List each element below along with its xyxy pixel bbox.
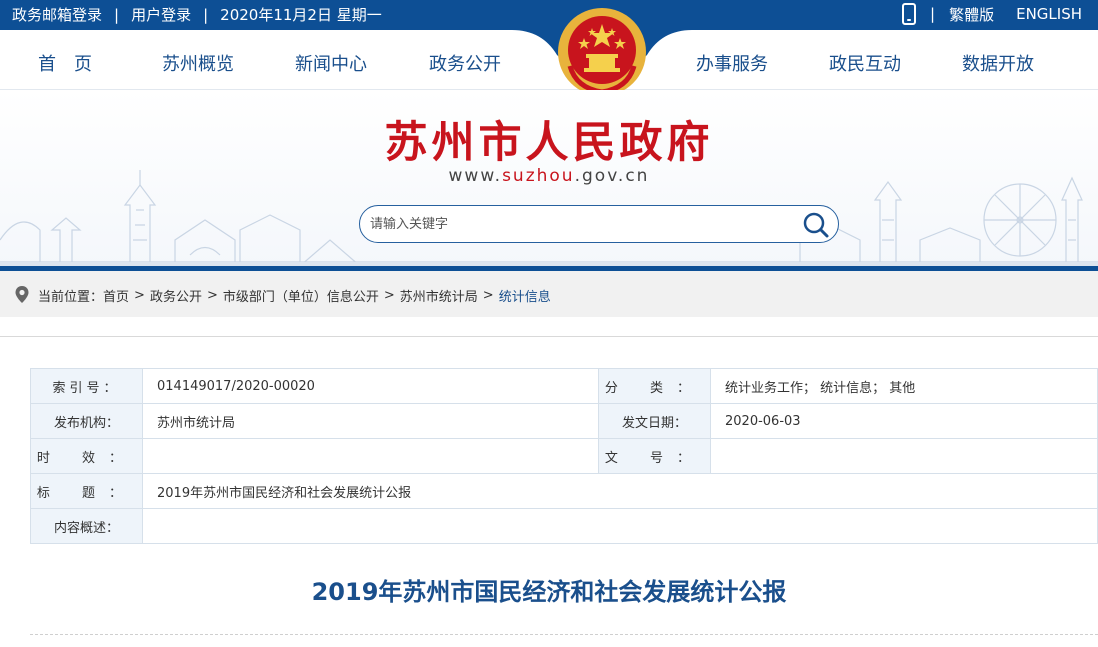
english-link[interactable]: ENGLISH xyxy=(1016,5,1082,23)
index-number-value: 014149017/2020-00020 xyxy=(142,368,599,404)
publisher-value: 苏州市统计局 xyxy=(142,403,599,439)
section-divider xyxy=(0,336,1098,337)
url-suffix: .gov.cn xyxy=(574,166,650,186)
nav-suzhou-overview[interactable]: 苏州概览 xyxy=(162,50,234,76)
validity-value xyxy=(142,438,599,474)
url-highlight: suzhou xyxy=(502,166,575,186)
document-number-value xyxy=(710,438,1098,474)
emblem-area xyxy=(512,0,692,100)
page: 政务邮箱登录 | 用户登录 | 2020年11月2日 星期一 | 繁體版 ENG… xyxy=(0,0,1098,647)
nav-interaction[interactable]: 政民互动 xyxy=(829,50,901,76)
email-login-link[interactable]: 政务邮箱登录 xyxy=(12,4,102,25)
article-title: 2019年苏州市国民经济和社会发展统计公报 xyxy=(311,578,787,606)
user-login-link[interactable]: 用户登录 xyxy=(131,4,191,25)
category-label: 分 类： xyxy=(598,368,711,404)
summary-value xyxy=(142,508,1098,544)
table-row: 内容概述： xyxy=(30,508,1098,544)
nav-open-data[interactable]: 数据开放 xyxy=(962,50,1034,76)
validity-label: 时 效： xyxy=(30,438,143,474)
separator: | xyxy=(203,5,209,24)
title-value: 2019年苏州市国民经济和社会发展统计公报 xyxy=(142,473,1098,509)
magnifier-icon[interactable] xyxy=(802,211,830,239)
document-number-label: 文 号： xyxy=(598,438,711,474)
breadcrumb-gov-affairs[interactable]: 政务公开 xyxy=(150,286,202,305)
table-row: 索引号： 014149017/2020-00020 分 类： 统计业务工作； 统… xyxy=(30,368,1098,404)
table-row: 标 题： 2019年苏州市国民经济和社会发展统计公报 xyxy=(30,473,1098,509)
breadcrumb-separator: > xyxy=(206,287,218,303)
separator: | xyxy=(114,5,120,24)
mobile-phone-icon[interactable] xyxy=(902,3,917,25)
nav-home[interactable]: 首页 xyxy=(38,50,110,76)
search-input[interactable] xyxy=(370,212,790,236)
breadcrumb: 当前位置： 首页 > 政务公开 > 市级部门（单位）信息公开 > 苏州市统计局 … xyxy=(14,285,551,305)
breadcrumb-separator: > xyxy=(134,287,145,303)
top-right-links: | 繁體版 ENGLISH xyxy=(902,3,1082,25)
table-row: 发布机构： 苏州市统计局 发文日期： 2020-06-03 xyxy=(30,403,1098,439)
nav-services[interactable]: 办事服务 xyxy=(696,50,768,76)
breadcrumb-city-departments[interactable]: 市级部门（单位）信息公开 xyxy=(223,286,379,305)
nav-government-affairs[interactable]: 政务公开 xyxy=(429,50,501,76)
breadcrumb-separator: > xyxy=(383,287,395,303)
breadcrumb-separator: > xyxy=(482,287,494,303)
index-number-label: 索引号： xyxy=(30,368,143,404)
issue-date-value: 2020-06-03 xyxy=(710,403,1098,439)
site-banner: 苏州市人民政府 www.suzhou.gov.cn xyxy=(0,90,1098,268)
map-pin-icon xyxy=(15,286,29,303)
breadcrumb-label: 当前位置： xyxy=(38,289,104,305)
breadcrumb-bar: 当前位置： 首页 > 政务公开 > 市级部门（单位）信息公开 > 苏州市统计局 … xyxy=(0,271,1098,317)
search-box xyxy=(359,205,839,243)
publisher-label: 发布机构： xyxy=(30,403,143,439)
url-prefix: www. xyxy=(448,166,503,186)
breadcrumb-statistics-bureau[interactable]: 苏州市统计局 xyxy=(400,286,478,305)
summary-label: 内容概述： xyxy=(30,508,143,544)
category-value: 统计业务工作； 统计信息； 其他 xyxy=(710,368,1098,404)
top-left-links: 政务邮箱登录 | 用户登录 | 2020年11月2日 星期一 xyxy=(12,4,382,25)
breadcrumb-home[interactable]: 首页 xyxy=(103,286,129,305)
issue-date-label: 发文日期： xyxy=(598,403,711,439)
title-label: 标 题： xyxy=(30,473,143,509)
nav-news-center[interactable]: 新闻中心 xyxy=(295,50,367,76)
breadcrumb-current[interactable]: 统计信息 xyxy=(499,286,551,305)
table-row: 时 效： 文 号： xyxy=(30,438,1098,474)
title-divider xyxy=(30,634,1098,635)
national-emblem-icon xyxy=(558,8,646,96)
document-metadata-table: 索引号： 014149017/2020-00020 分 类： 统计业务工作； 统… xyxy=(30,368,1098,544)
site-title: 苏州市人民政府 xyxy=(384,118,714,168)
separator: | xyxy=(930,5,936,23)
site-url: www.suzhou.gov.cn xyxy=(0,166,1098,186)
traditional-chinese-link[interactable]: 繁體版 xyxy=(949,4,994,25)
current-date: 2020年11月2日 星期一 xyxy=(220,6,382,24)
